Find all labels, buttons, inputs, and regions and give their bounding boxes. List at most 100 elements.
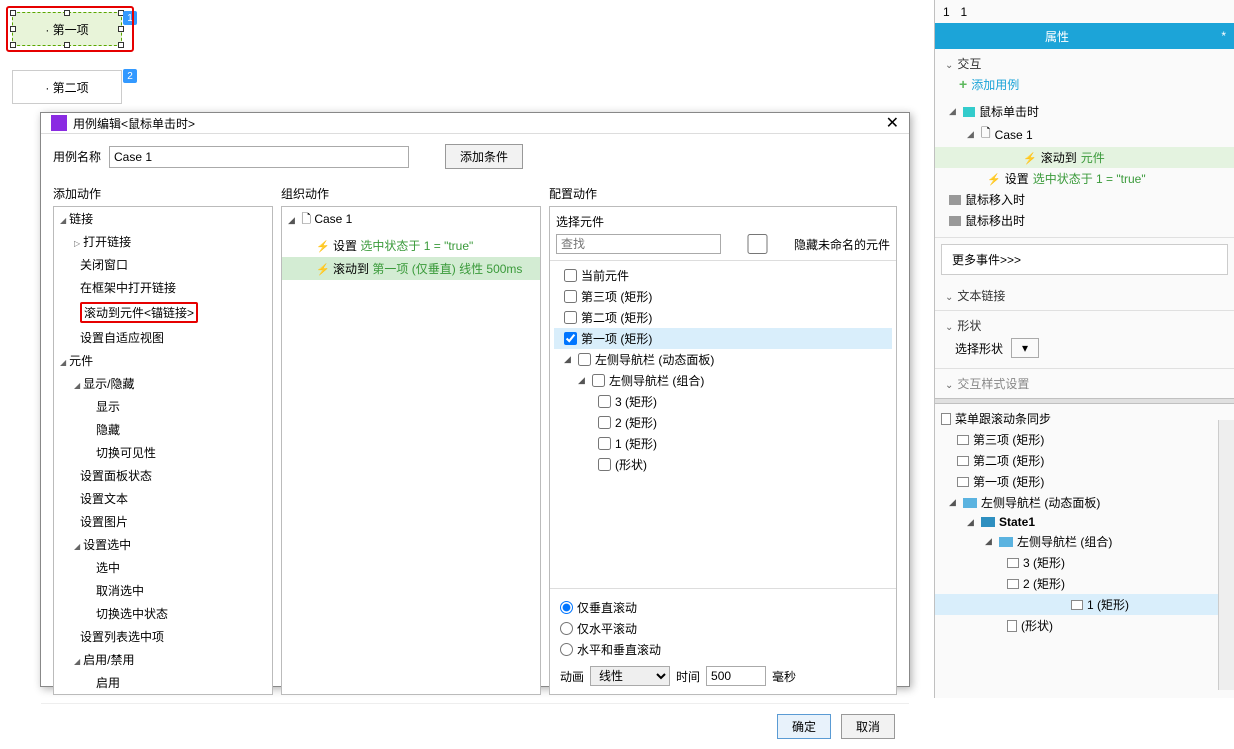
section-styles[interactable]: 交互样式设置 (945, 375, 1224, 392)
outline-child[interactable]: 3 (矩形) (941, 552, 1228, 573)
radio[interactable] (560, 622, 573, 635)
widget-group[interactable]: ◢左侧导航栏 (组合) (554, 370, 892, 391)
section-shape[interactable]: 形状 (945, 317, 1224, 334)
widget-item3[interactable]: 第三项 (矩形) (554, 286, 892, 307)
inspector-tab-properties[interactable]: 属性 * (935, 23, 1234, 49)
checkbox[interactable] (598, 458, 611, 471)
action-close-window[interactable]: 关闭窗口 (54, 253, 272, 276)
checkbox[interactable] (598, 437, 611, 450)
outline-state[interactable]: ◢State1 (941, 513, 1228, 531)
radio[interactable] (560, 601, 573, 614)
scroll-vertical-radio[interactable]: 仅垂直滚动 (560, 597, 886, 618)
shape-picker[interactable]: ▾ (1011, 338, 1039, 358)
action-set-selected-group[interactable]: 设置选中 (54, 533, 272, 556)
organize-action-2-selected[interactable]: 滚动到 第一项 (仅垂直) 线性 500ms (282, 257, 540, 280)
time-input[interactable] (706, 666, 766, 686)
event-mouse-enter[interactable]: 鼠标移入时 (945, 189, 1224, 210)
actions-group-widgets[interactable]: 元件 (54, 349, 272, 372)
outline-item[interactable]: 第三项 (矩形) (941, 429, 1228, 450)
animation-select[interactable]: 线性 (590, 666, 670, 686)
widget-child-3[interactable]: 3 (矩形) (554, 391, 892, 412)
section-interaction[interactable]: 交互 (945, 55, 1224, 72)
tree-toggle-icon[interactable]: ◢ (578, 375, 588, 386)
widget-child-shape[interactable]: (形状) (554, 454, 892, 475)
canvas-widget-item2[interactable]: · 第二项 2 (12, 70, 122, 104)
widget-panel[interactable]: ◢左侧导航栏 (动态面板) (554, 349, 892, 370)
widget-item1-selected[interactable]: 第一项 (矩形) (554, 328, 892, 349)
outline-panel[interactable]: ◢左侧导航栏 (动态面板) (941, 492, 1228, 513)
widget-child-2[interactable]: 2 (矩形) (554, 412, 892, 433)
action-toggle-visibility[interactable]: 切换可见性 (54, 441, 272, 464)
action-set-selected[interactable]: 设置 选中状态于 1 = "true" (945, 168, 1224, 189)
outline-root[interactable]: 菜单跟滚动条同步 (941, 408, 1228, 429)
checkbox[interactable] (578, 353, 591, 366)
organize-case[interactable]: ◢ 🗋 Case 1 (282, 207, 540, 234)
outline-child-selected[interactable]: 1 (矩形) (935, 594, 1234, 615)
radio[interactable] (560, 643, 573, 656)
add-condition-button[interactable]: 添加条件 (445, 144, 523, 169)
tree-toggle-icon[interactable]: ◢ (564, 354, 574, 365)
actions-list[interactable]: 链接 打开链接 关闭窗口 在框架中打开链接 滚动到元件<锚链接> 设置自适应视图… (53, 206, 273, 695)
actions-group-links[interactable]: 链接 (54, 207, 272, 230)
organize-actions[interactable]: ◢ 🗋 Case 1 设置 选中状态于 1 = "true" 滚动到 第一项 (… (281, 206, 541, 695)
hide-unnamed-checkbox[interactable] (727, 234, 788, 254)
action-show-hide[interactable]: 显示/隐藏 (54, 372, 272, 395)
widget-search-input[interactable] (556, 234, 721, 254)
widget-item2[interactable]: 第二项 (矩形) (554, 307, 892, 328)
widget-child-1[interactable]: 1 (矩形) (554, 433, 892, 454)
action-set-list-selected[interactable]: 设置列表选中项 (54, 625, 272, 648)
action-set-text[interactable]: 设置文本 (54, 487, 272, 510)
scroll-both-radio[interactable]: 水平和垂直滚动 (560, 639, 886, 660)
tree-toggle-icon[interactable]: ◢ (288, 215, 298, 226)
action-enable[interactable]: 启用 (54, 671, 272, 694)
checkbox[interactable] (564, 332, 577, 345)
scrollbar[interactable] (1218, 420, 1234, 690)
more-events-button[interactable]: 更多事件>>> (941, 244, 1228, 275)
action-scroll-to-anchor[interactable]: 滚动到元件<锚链接> (54, 299, 272, 326)
tree-toggle-icon[interactable]: ◢ (967, 517, 977, 528)
action-set-image[interactable]: 设置图片 (54, 510, 272, 533)
ok-button[interactable]: 确定 (777, 714, 831, 739)
checkbox[interactable] (598, 395, 611, 408)
action-open-link[interactable]: 打开链接 (54, 230, 272, 253)
case-name-label: 用例名称 (53, 148, 101, 165)
action-show[interactable]: 显示 (54, 395, 272, 418)
tree-toggle-icon[interactable]: ◢ (949, 106, 959, 117)
outline-child[interactable]: 2 (矩形) (941, 573, 1228, 594)
action-panel-state[interactable]: 设置面板状态 (54, 464, 272, 487)
event-mouse-leave[interactable]: 鼠标移出时 (945, 210, 1224, 231)
section-text-link[interactable]: 文本链接 (945, 287, 1224, 304)
action-enable-disable[interactable]: 启用/禁用 (54, 648, 272, 671)
widget-current[interactable]: 当前元件 (554, 265, 892, 286)
outline-group[interactable]: ◢左侧导航栏 (组合) (941, 531, 1228, 552)
scroll-horizontal-radio[interactable]: 仅水平滚动 (560, 618, 886, 639)
action-adaptive-view[interactable]: 设置自适应视图 (54, 326, 272, 349)
close-icon[interactable]: ✕ (886, 113, 899, 133)
event-click[interactable]: ◢ 鼠标单击时 (945, 101, 1224, 122)
tree-toggle-icon[interactable]: ◢ (949, 497, 959, 508)
outline-child[interactable]: (形状) (941, 615, 1228, 636)
outline-item[interactable]: 第二项 (矩形) (941, 450, 1228, 471)
case-node[interactable]: ◢ 🗋 Case 1 (945, 122, 1224, 147)
organize-action-1[interactable]: 设置 选中状态于 1 = "true" (282, 234, 540, 257)
case-name-input[interactable] (109, 146, 409, 168)
add-case-link[interactable]: 添加用例 (945, 72, 1224, 101)
tree-toggle-icon[interactable]: ◢ (967, 129, 977, 140)
action-hide[interactable]: 隐藏 (54, 418, 272, 441)
action-toggle-selected[interactable]: 切换选中状态 (54, 602, 272, 625)
checkbox[interactable] (598, 416, 611, 429)
action-selected[interactable]: 选中 (54, 556, 272, 579)
outline-item[interactable]: 第一项 (矩形) (941, 471, 1228, 492)
action-deselected[interactable]: 取消选中 (54, 579, 272, 602)
checkbox[interactable] (592, 374, 605, 387)
checkbox[interactable] (564, 269, 577, 282)
checkbox[interactable] (564, 311, 577, 324)
dialog-titlebar[interactable]: 用例编辑<鼠标单击时> ✕ (41, 113, 909, 134)
widget-tree[interactable]: 当前元件 第三项 (矩形) 第二项 (矩形) 第一项 (矩形) ◢左侧导航栏 (… (550, 261, 896, 588)
action-open-in-frame[interactable]: 在框架中打开链接 (54, 276, 272, 299)
action-scroll-to[interactable]: 滚动到 元件 (935, 147, 1234, 168)
checkbox[interactable] (564, 290, 577, 303)
cancel-button[interactable]: 取消 (841, 714, 895, 739)
canvas-widget-item1[interactable]: · 第一项 1 (12, 12, 122, 46)
tree-toggle-icon[interactable]: ◢ (985, 536, 995, 547)
